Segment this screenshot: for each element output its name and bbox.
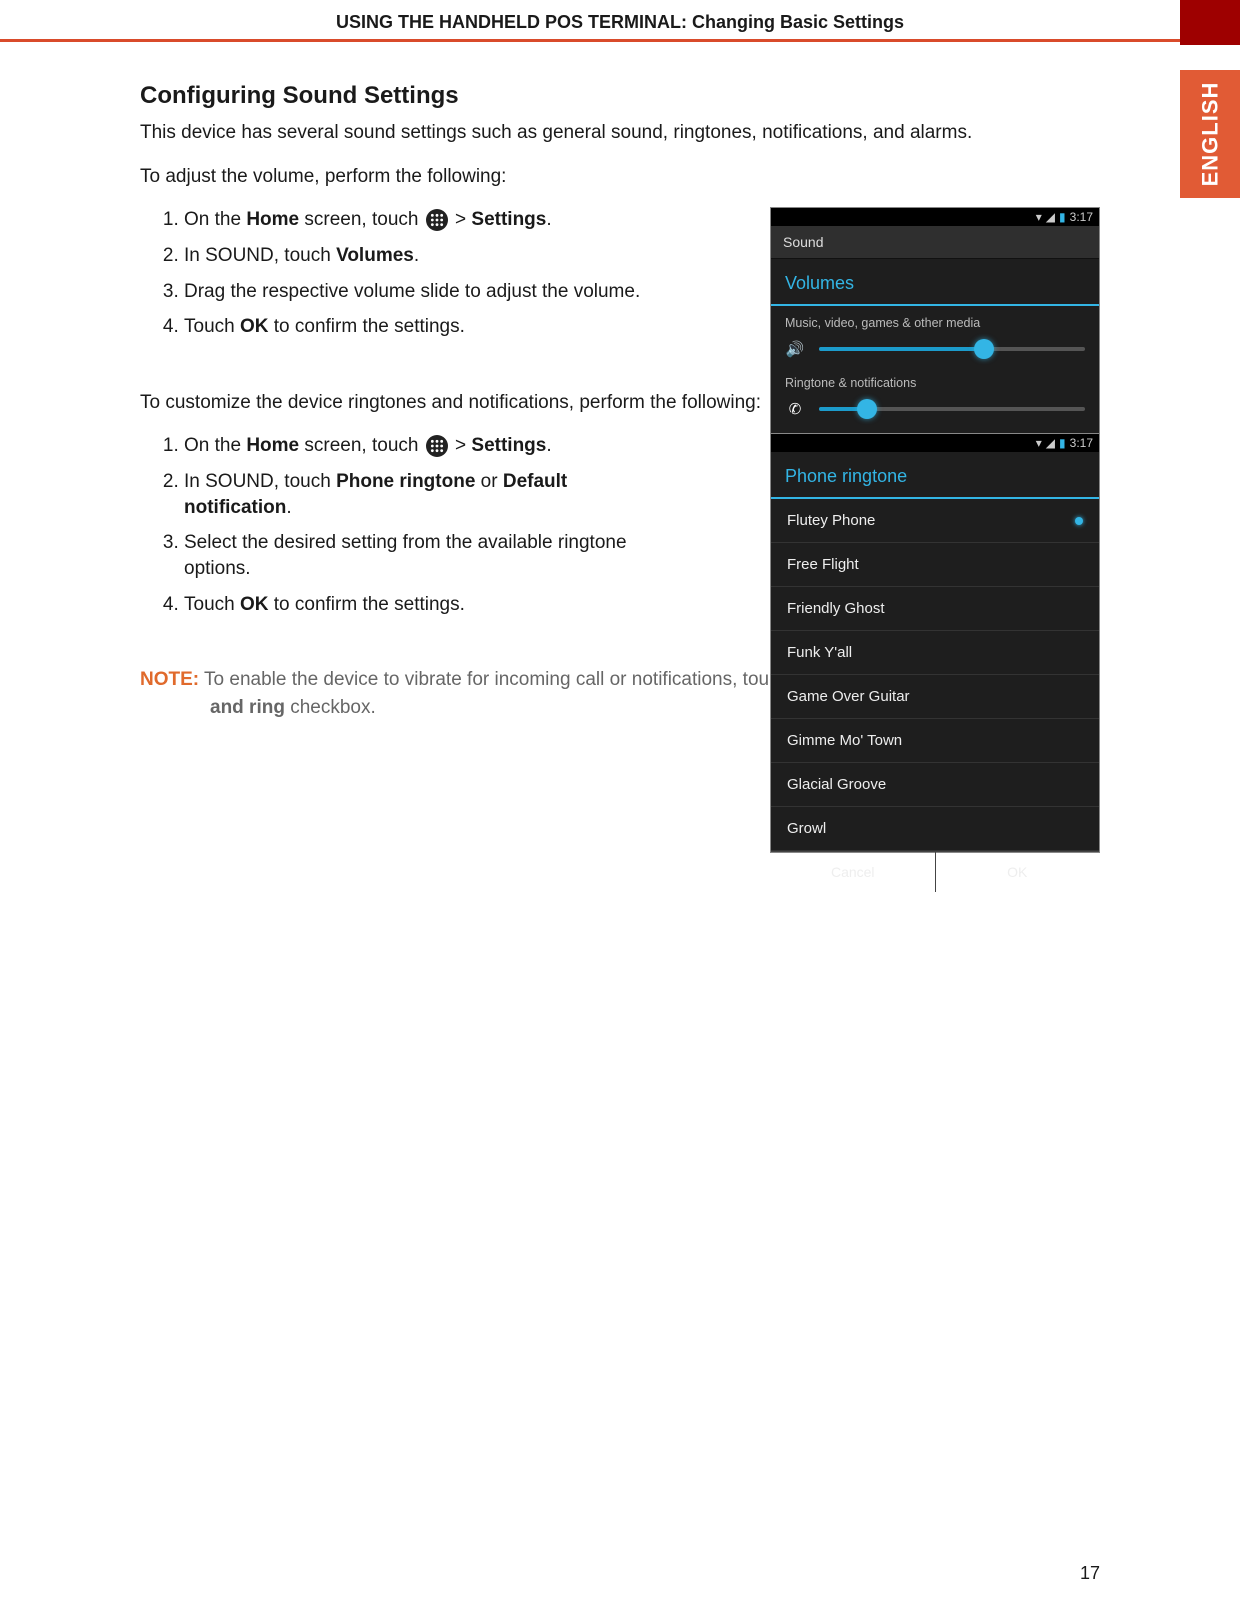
wifi-icon: ▾ — [1036, 210, 1042, 224]
status-bar: ▾ ◢ ▮ 3:17 — [771, 208, 1099, 226]
list-item: Select the desired setting from the avai… — [184, 530, 670, 581]
ringtone-label: Friendly Ghost — [787, 600, 885, 617]
slider-icon: ✆ — [785, 400, 805, 418]
page-header: USING THE HANDHELD POS TERMINAL: Changin… — [0, 0, 1240, 42]
ringtone-option[interactable]: Growl — [771, 807, 1099, 851]
list-item: In SOUND, touch Volumes. — [184, 243, 670, 269]
ringtone-option[interactable]: Gimme Mo' Town — [771, 719, 1099, 763]
cancel-button[interactable]: Cancel — [771, 852, 936, 892]
slider-icon: 🔊 — [785, 340, 805, 358]
apps-icon — [426, 435, 448, 457]
ringtone-label: Gimme Mo' Town — [787, 732, 902, 749]
dialog-title: Phone ringtone — [771, 452, 1099, 499]
signal-icon: ◢ — [1046, 210, 1055, 224]
radio-selected-icon — [1075, 517, 1083, 525]
status-bar: ▾ ◢ ▮ 3:17 — [771, 434, 1099, 452]
list-item: Drag the respective volume slide to adju… — [184, 279, 670, 305]
wifi-icon: ▾ — [1036, 436, 1042, 450]
volume-slider-group: Music, video, games & other media 🔊 — [771, 306, 1099, 366]
corner-block — [1180, 0, 1240, 45]
list-item: On the Home screen, touch > Settings. — [184, 433, 670, 459]
volume-slider[interactable] — [819, 347, 1085, 351]
slider-label: Music, video, games & other media — [785, 316, 1085, 330]
ringtone-option[interactable]: Flutey Phone — [771, 499, 1099, 543]
volume-lead: To adjust the volume, perform the follow… — [140, 164, 1100, 190]
slider-label: Ringtone & notifications — [785, 376, 1085, 390]
list-item: On the Home screen, touch > Settings. — [184, 207, 670, 233]
ok-button[interactable]: OK — [936, 852, 1100, 892]
ringtone-label: Growl — [787, 820, 826, 837]
ringtone-option[interactable]: Funk Y'all — [771, 631, 1099, 675]
section-heading: Configuring Sound Settings — [140, 82, 1100, 110]
list-item: Touch OK to confirm the settings. — [184, 314, 670, 340]
ringtone-label: Free Flight — [787, 556, 859, 573]
content: Configuring Sound Settings This device h… — [140, 82, 1100, 721]
ringtone-label: Funk Y'all — [787, 644, 852, 661]
ringtone-label: Game Over Guitar — [787, 688, 910, 705]
ringtone-label: Flutey Phone — [787, 512, 875, 529]
signal-icon: ◢ — [1046, 436, 1055, 450]
figure-ringtone-screenshot: ▾ ◢ ▮ 3:17 Phone ringtone Flutey Phone Fr… — [770, 433, 1100, 853]
volume-slider[interactable] — [819, 407, 1085, 411]
note-label: NOTE: — [140, 669, 199, 690]
page-number: 17 — [1080, 1563, 1100, 1584]
ringtone-section: On the Home screen, touch > Settings. In… — [140, 433, 1100, 617]
volume-section: On the Home screen, touch > Settings. In… — [140, 207, 1100, 340]
volume-slider-group: Ringtone & notifications ✆ — [771, 366, 1099, 426]
intro-text: This device has several sound settings s… — [140, 120, 1100, 146]
battery-icon: ▮ — [1059, 210, 1066, 224]
list-item: In SOUND, touch Phone ringtone or Defaul… — [184, 469, 670, 520]
dialog-buttons: Cancel OK — [771, 851, 1099, 892]
volume-steps: On the Home screen, touch > Settings. In… — [140, 207, 670, 340]
language-tab-label: ENGLISH — [1197, 82, 1223, 187]
clock: 3:17 — [1070, 210, 1093, 224]
list-item: Touch OK to confirm the settings. — [184, 592, 670, 618]
ringtone-option[interactable]: Free Flight — [771, 543, 1099, 587]
dialog-title: Volumes — [771, 259, 1099, 306]
ringtone-option[interactable]: Friendly Ghost — [771, 587, 1099, 631]
ringtone-option[interactable]: Game Over Guitar — [771, 675, 1099, 719]
ringtone-label: Glacial Groove — [787, 776, 886, 793]
apps-icon — [426, 209, 448, 231]
screen-header: Sound — [771, 226, 1099, 259]
language-tab: ENGLISH — [1180, 70, 1240, 198]
ringtone-option[interactable]: Glacial Groove — [771, 763, 1099, 807]
ringtone-steps: On the Home screen, touch > Settings. In… — [140, 433, 670, 617]
clock: 3:17 — [1070, 436, 1093, 450]
battery-icon: ▮ — [1059, 436, 1066, 450]
page-header-title: USING THE HANDHELD POS TERMINAL: Changin… — [0, 0, 1240, 33]
